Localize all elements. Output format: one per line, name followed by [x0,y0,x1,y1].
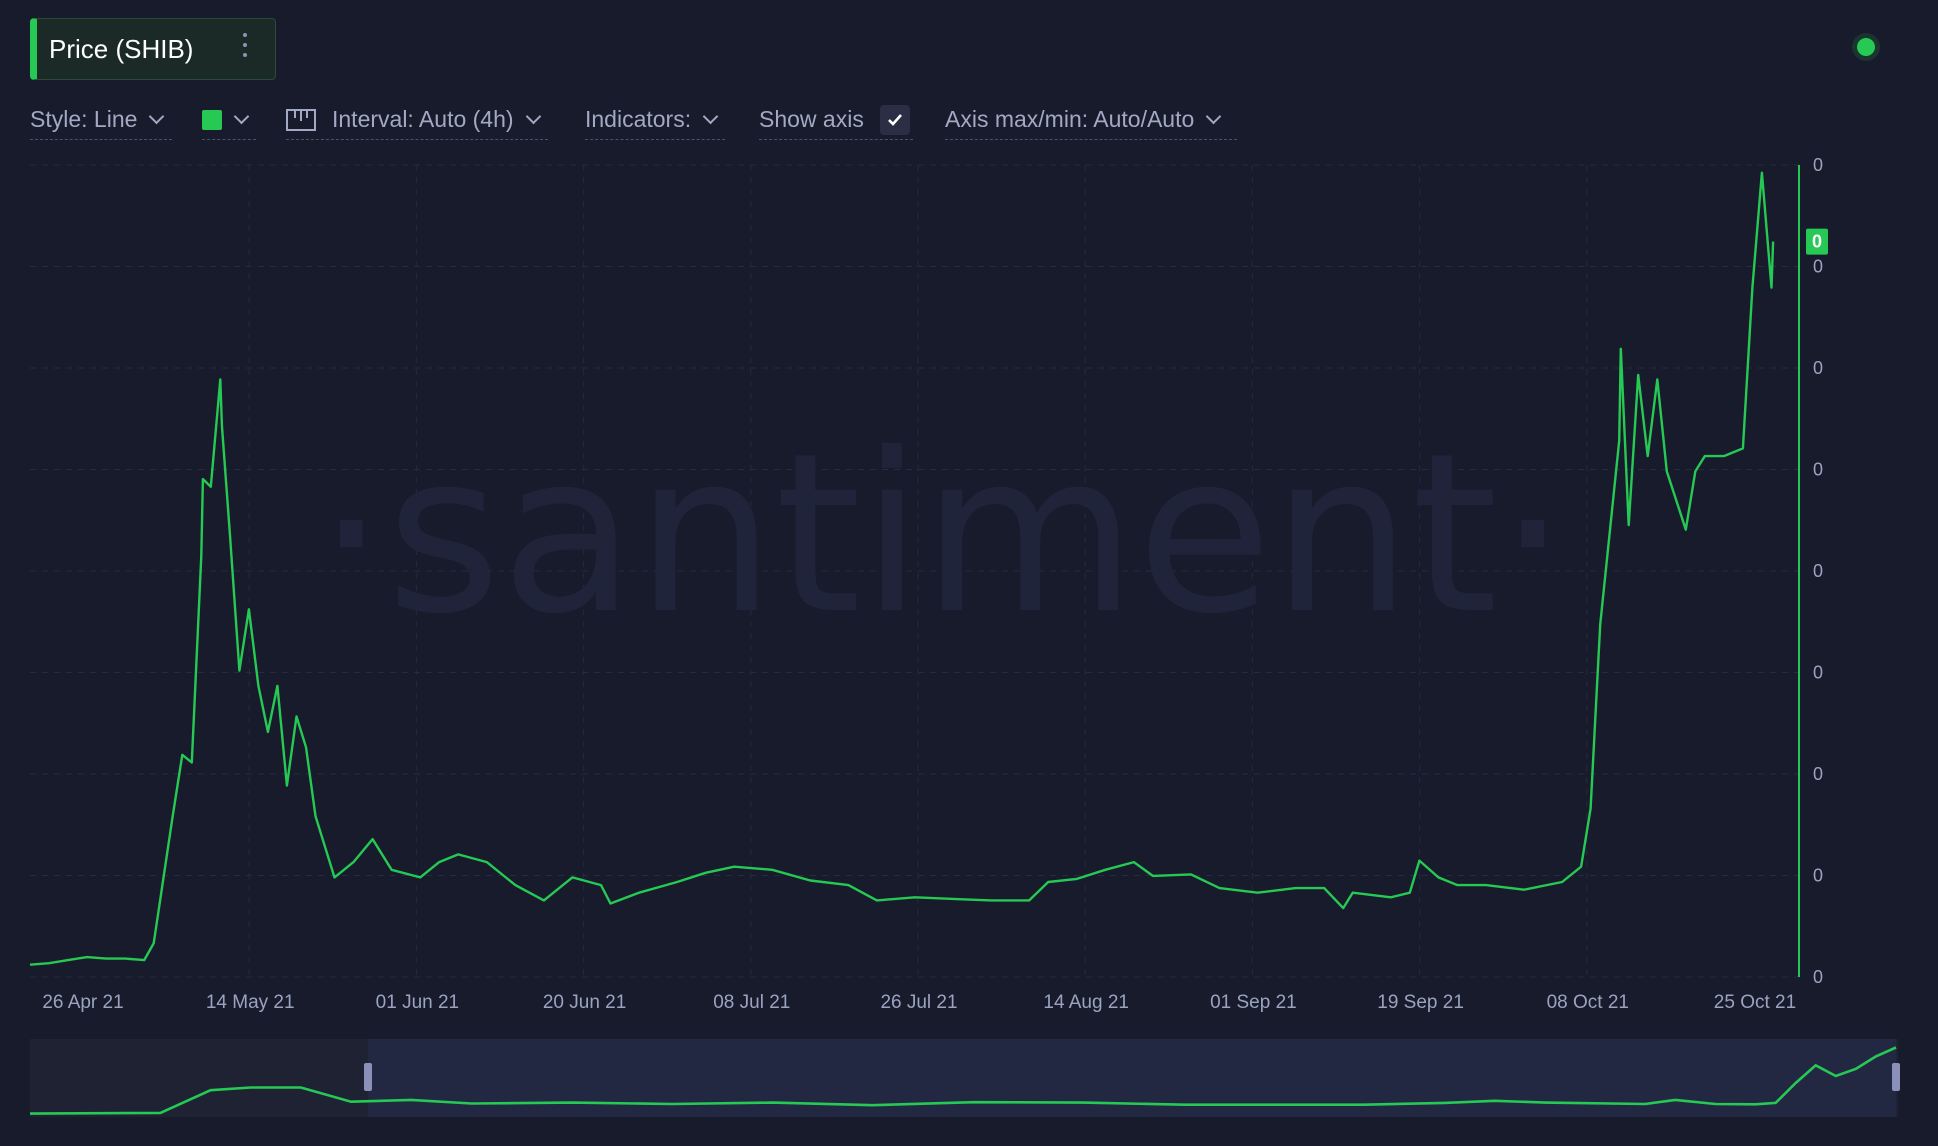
x-tick-label: 01 Sep 21 [1210,992,1297,1013]
y-tick-label: 0 [1813,155,1823,175]
navigator-window[interactable] [368,1039,1896,1117]
x-tick-label: 20 Jun 21 [543,992,626,1013]
x-tick-label: 25 Oct 21 [1714,992,1796,1013]
x-tick-label: 19 Sep 21 [1377,992,1464,1013]
last-value-badge: 0 [1806,228,1828,255]
y-tick-label: 0 [1813,257,1823,277]
x-tick-label: 08 Oct 21 [1547,992,1629,1013]
santiment-watermark: ·santiment· [316,406,1567,662]
navigator-handle-left[interactable] [364,1063,372,1091]
last-value-text: 0 [1812,232,1822,252]
x-tick-label: 08 Jul 21 [713,992,790,1013]
y-tick-label: 0 [1813,967,1823,987]
navigator-handle-right[interactable] [1892,1063,1900,1091]
x-tick-label: 26 Apr 21 [42,992,123,1013]
x-tick-label: 26 Jul 21 [880,992,957,1013]
price-chart[interactable]: ·santiment· 0 0 0 0 0 0 0 0 0 26 Apr 21 14 May 21… [0,0,1938,1146]
y-axis: 0 0 0 0 0 0 0 0 0 [1798,155,1823,987]
range-navigator[interactable] [29,1039,1900,1117]
y-tick-label: 0 [1813,460,1823,480]
y-tick-label: 0 [1813,561,1823,581]
x-axis: 26 Apr 21 14 May 21 01 Jun 21 20 Jun 21 08 J… [42,992,1796,1013]
y-tick-label: 0 [1813,764,1823,784]
y-tick-label: 0 [1813,358,1823,378]
y-tick-label: 0 [1813,663,1823,683]
x-tick-label: 14 Aug 21 [1043,992,1129,1013]
y-tick-label: 0 [1813,866,1823,886]
x-tick-label: 01 Jun 21 [376,992,459,1013]
x-tick-label: 14 May 21 [206,992,295,1013]
